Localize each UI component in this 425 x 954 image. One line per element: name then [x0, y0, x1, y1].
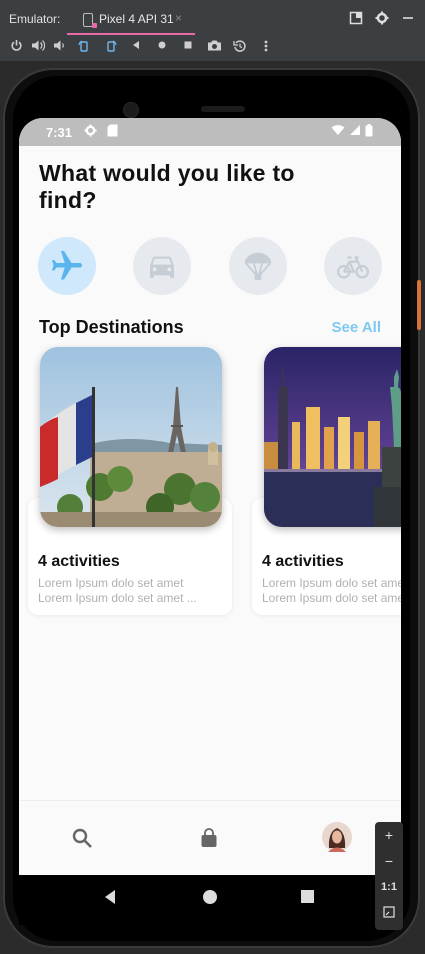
category-flights[interactable] — [38, 237, 96, 295]
emulator-header: Emulator: Pixel 4 API 31 × — [0, 0, 425, 35]
see-all-link[interactable]: See All — [332, 319, 381, 336]
settings-status-icon — [84, 124, 97, 140]
new-york-image[interactable] — [264, 347, 401, 527]
device-icon — [83, 13, 97, 28]
description-line-1: Lorem Ipsum dolo set amet — [38, 576, 184, 590]
page-title: What would you like to find? — [39, 160, 295, 213]
bicycle-icon — [336, 256, 370, 279]
destination-description: Lorem Ipsum dolo set amet Lorem Ipsum do… — [38, 576, 228, 606]
minimize-icon[interactable] — [401, 11, 415, 25]
overview-icon[interactable] — [180, 39, 196, 55]
wifi-icon — [331, 124, 345, 139]
nav-profile[interactable] — [321, 821, 353, 853]
window-mode-icon[interactable] — [349, 11, 363, 25]
front-camera — [123, 102, 139, 118]
volume-down-icon[interactable] — [52, 39, 68, 55]
system-back-icon[interactable] — [103, 889, 117, 910]
status-time: 7:31 — [46, 125, 73, 140]
profile-avatar — [322, 822, 352, 852]
rotate-left-icon[interactable] — [76, 39, 92, 55]
description-line-2: Lorem Ipsum dolo set amet ... — [262, 591, 401, 605]
description-line-2: Lorem Ipsum dolo set amet ... — [38, 591, 197, 605]
zoom-controls: + − 1:1 — [375, 822, 403, 930]
status-bar: 7:31 — [19, 118, 401, 146]
fit-screen-icon — [383, 906, 395, 918]
car-icon — [150, 256, 174, 278]
snapshot-icon[interactable] — [232, 39, 248, 55]
camera-icon[interactable] — [206, 39, 222, 55]
earpiece-speaker — [201, 106, 245, 112]
device-tab[interactable]: Pixel 4 API 31 × — [67, 6, 195, 35]
close-tab-icon[interactable]: × — [175, 11, 182, 25]
zoom-out-button[interactable]: − — [375, 848, 403, 874]
power-icon[interactable] — [8, 39, 24, 55]
nav-bag[interactable] — [197, 826, 221, 850]
zoom-in-button[interactable]: + — [375, 822, 403, 848]
section-title: Top Destinations — [39, 317, 184, 337]
system-home-icon[interactable] — [202, 889, 218, 910]
zoom-actual-size-button[interactable]: 1:1 — [375, 874, 403, 900]
category-cycling[interactable] — [324, 237, 382, 295]
nav-search[interactable] — [70, 826, 94, 850]
rotate-right-icon[interactable] — [103, 39, 119, 55]
app-screen: 7:31 What would you like to find? Top De… — [19, 118, 401, 875]
emulator-toolbar — [0, 35, 425, 62]
bottom-navigation — [19, 800, 401, 875]
back-icon[interactable] — [128, 39, 144, 55]
home-icon[interactable] — [154, 39, 170, 55]
description-line-1: Lorem Ipsum dolo set amet — [262, 576, 401, 590]
zoom-fit-button[interactable] — [375, 900, 403, 926]
device-tab-label: Pixel 4 API 31 — [99, 12, 174, 26]
bag-icon — [201, 828, 217, 847]
paris-image[interactable] — [40, 347, 222, 527]
system-overview-icon[interactable] — [300, 889, 315, 909]
power-side-button[interactable] — [417, 280, 421, 330]
signal-icon — [349, 124, 361, 139]
activities-count: 4 activities — [38, 553, 120, 570]
battery-icon — [365, 124, 373, 140]
parachute-icon — [244, 252, 272, 280]
activities-count: 4 activities — [262, 553, 344, 570]
system-navigation-bar — [19, 875, 401, 925]
emulator-title: Emulator: — [9, 12, 61, 26]
airplane-icon — [52, 251, 82, 280]
sdcard-icon — [107, 124, 118, 140]
category-cars[interactable] — [133, 237, 191, 295]
destination-description: Lorem Ipsum dolo set amet Lorem Ipsum do… — [262, 576, 401, 606]
search-icon — [72, 828, 92, 848]
volume-up-icon[interactable] — [30, 39, 46, 55]
category-paragliding[interactable] — [229, 237, 287, 295]
more-icon[interactable] — [258, 39, 274, 55]
settings-icon[interactable] — [375, 11, 389, 25]
